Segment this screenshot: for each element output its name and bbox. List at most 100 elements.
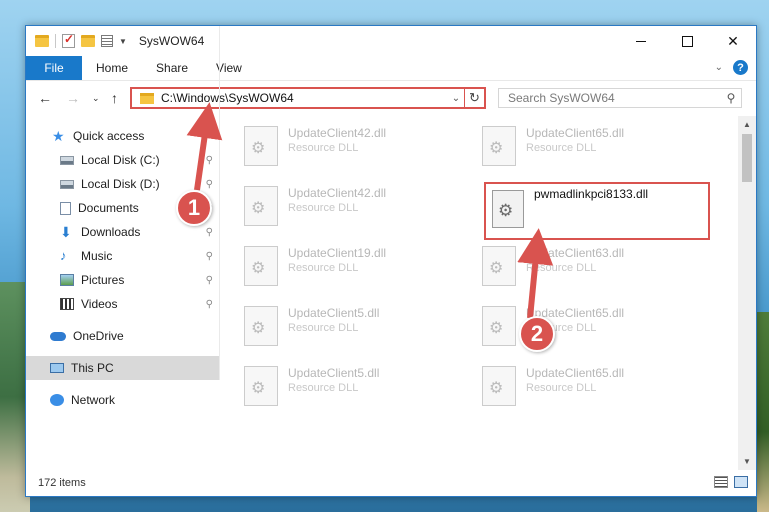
dll-file-icon bbox=[482, 246, 516, 286]
pin-icon[interactable]: ⚲ bbox=[206, 179, 213, 190]
forward-arrow-icon[interactable]: → bbox=[66, 90, 80, 106]
pin-icon[interactable]: ⚲ bbox=[206, 299, 213, 310]
sidebar-item-pictures[interactable]: Pictures ⚲ bbox=[26, 268, 219, 292]
tab-view[interactable]: View bbox=[202, 56, 256, 80]
file-name: UpdateClient63.dll bbox=[526, 246, 625, 260]
music-icon: ♪ bbox=[60, 248, 67, 263]
network-icon bbox=[50, 394, 64, 406]
expand-ribbon-icon[interactable]: ⌄ bbox=[715, 62, 723, 73]
sidebar-item-label: Music bbox=[81, 249, 113, 263]
drive-icon bbox=[60, 179, 74, 189]
navigation-bar: ← → ⌄ ↑ C:\Windows\SysWOW64 ⌄ ↻ Search S… bbox=[26, 80, 756, 116]
sidebar-item-label: Pictures bbox=[81, 273, 125, 287]
scroll-up-icon[interactable]: ▲ bbox=[738, 120, 756, 129]
tab-home[interactable]: Home bbox=[82, 56, 142, 80]
qa-dropdown-icon[interactable]: ▼ bbox=[119, 37, 127, 46]
dll-file-icon bbox=[244, 246, 278, 286]
file-type: Resource DLL bbox=[288, 202, 359, 214]
file-item[interactable]: UpdateClient63.dll Resource DLL bbox=[458, 242, 688, 292]
up-arrow-icon[interactable]: ↑ bbox=[111, 90, 118, 106]
tab-file[interactable]: File bbox=[26, 56, 82, 80]
address-dropdown-icon[interactable]: ⌄ bbox=[448, 93, 464, 104]
sidebar-item-this-pc[interactable]: This PC bbox=[26, 356, 219, 380]
explorer-window: ▼ SysWOW64 ✕ File Home Share View ⌄ ? ← … bbox=[25, 25, 757, 497]
back-arrow-icon[interactable]: ← bbox=[38, 90, 52, 106]
desktop-wallpaper-right bbox=[757, 312, 769, 512]
file-item[interactable]: UpdateClient65.dllResource DLL bbox=[458, 302, 688, 352]
folder-icon bbox=[140, 92, 154, 104]
search-box[interactable]: Search SysWOW64 ⚲ bbox=[498, 88, 742, 108]
separator bbox=[55, 34, 56, 48]
dll-file-icon bbox=[482, 306, 516, 346]
properties-check-icon[interactable] bbox=[62, 32, 75, 48]
videos-icon bbox=[60, 298, 74, 310]
item-count: 172 items bbox=[38, 477, 86, 489]
minimize-button[interactable] bbox=[618, 26, 664, 56]
folder-icon[interactable] bbox=[35, 35, 49, 47]
search-icon[interactable]: ⚲ bbox=[721, 91, 741, 105]
sidebar-item-quick-access[interactable]: ★ Quick access bbox=[26, 124, 219, 148]
dll-file-icon bbox=[244, 186, 278, 226]
pin-icon[interactable]: ⚲ bbox=[206, 275, 213, 286]
sidebar-item-label: Local Disk (C:) bbox=[81, 153, 160, 167]
dll-file-icon bbox=[482, 366, 516, 406]
file-name: UpdateClient42.dll bbox=[288, 186, 387, 200]
onedrive-cloud-icon bbox=[50, 331, 66, 341]
new-folder-icon[interactable] bbox=[81, 35, 95, 47]
file-item[interactable]: UpdateClient42.dll Resource DLL bbox=[220, 122, 450, 172]
file-item[interactable]: UpdateClient19.dll Resource DLL bbox=[220, 242, 450, 292]
file-item[interactable]: UpdateClient65.dll Resource DLL bbox=[458, 122, 688, 172]
sidebar-item-label: Downloads bbox=[81, 225, 141, 239]
sidebar-item-label: Network bbox=[71, 393, 116, 407]
file-type: Resource DLL bbox=[526, 382, 597, 394]
file-type: Resource DLL bbox=[288, 382, 359, 394]
ribbon-tabs: File Home Share View ⌄ ? bbox=[26, 56, 756, 80]
refresh-icon[interactable]: ↻ bbox=[464, 89, 484, 107]
maximize-button[interactable] bbox=[664, 26, 710, 56]
dll-file-icon bbox=[244, 366, 278, 406]
sidebar-item-music[interactable]: ♪ Music ⚲ bbox=[26, 244, 219, 268]
sidebar-item-label: OneDrive bbox=[73, 329, 124, 343]
sidebar-item-label: Documents bbox=[78, 201, 139, 215]
help-icon[interactable]: ? bbox=[733, 60, 748, 75]
sidebar-item-local-disk-c[interactable]: Local Disk (C:) ⚲ bbox=[26, 148, 219, 172]
sidebar-item-network[interactable]: Network bbox=[26, 388, 219, 412]
quick-access-toolbar: ▼ bbox=[26, 26, 127, 56]
sidebar-item-videos[interactable]: Videos ⚲ bbox=[26, 292, 219, 316]
sidebar-item-label: This PC bbox=[71, 361, 114, 375]
search-input[interactable]: Search SysWOW64 bbox=[508, 91, 721, 105]
scroll-down-icon[interactable]: ▼ bbox=[738, 457, 756, 466]
file-name: UpdateClient5.dll bbox=[288, 306, 380, 320]
close-button[interactable]: ✕ bbox=[710, 26, 756, 56]
details-view-icon[interactable] bbox=[714, 476, 728, 488]
highlighted-file-item[interactable]: pwmadlinkpci8133.dll bbox=[484, 182, 710, 240]
large-icons-view-icon[interactable] bbox=[734, 476, 748, 488]
file-type: Resource DLL bbox=[526, 142, 597, 154]
pin-icon[interactable]: ⚲ bbox=[206, 155, 213, 166]
file-type: Resource DLL bbox=[288, 322, 359, 334]
file-item[interactable]: UpdateClient5.dll Resource DLL bbox=[220, 302, 450, 352]
vertical-scrollbar[interactable]: ▲ ▼ bbox=[738, 116, 756, 470]
file-item[interactable]: UpdateClient42.dll Resource DLL bbox=[220, 182, 450, 232]
sidebar-item-label: Local Disk (D:) bbox=[81, 177, 160, 191]
recent-locations-icon[interactable]: ⌄ bbox=[92, 93, 100, 104]
address-bar[interactable]: C:\Windows\SysWOW64 ⌄ ↻ bbox=[130, 87, 486, 109]
sidebar-item-onedrive[interactable]: OneDrive bbox=[26, 324, 219, 348]
address-path[interactable]: C:\Windows\SysWOW64 bbox=[161, 91, 448, 105]
dll-file-icon bbox=[244, 126, 278, 166]
tab-share[interactable]: Share bbox=[142, 56, 202, 80]
file-type: Resource DLL bbox=[288, 262, 359, 274]
pin-icon[interactable]: ⚲ bbox=[206, 227, 213, 238]
file-item[interactable]: UpdateClient65.dllResource DLL bbox=[458, 362, 688, 412]
window-title: SysWOW64 bbox=[138, 34, 205, 48]
file-type: Resource DLL bbox=[526, 262, 597, 274]
file-name: UpdateClient19.dll bbox=[288, 246, 387, 260]
file-item[interactable]: UpdateClient5.dll Resource DLL bbox=[220, 362, 450, 412]
pin-icon[interactable]: ⚲ bbox=[206, 251, 213, 262]
file-name: UpdateClient65.dll bbox=[526, 126, 625, 140]
scrollbar-thumb[interactable] bbox=[742, 134, 752, 182]
customize-icon[interactable] bbox=[101, 35, 113, 47]
star-icon: ★ bbox=[52, 128, 65, 144]
ribbon-right: ⌄ ? bbox=[715, 60, 748, 75]
file-type: Resource DLL bbox=[288, 142, 359, 154]
